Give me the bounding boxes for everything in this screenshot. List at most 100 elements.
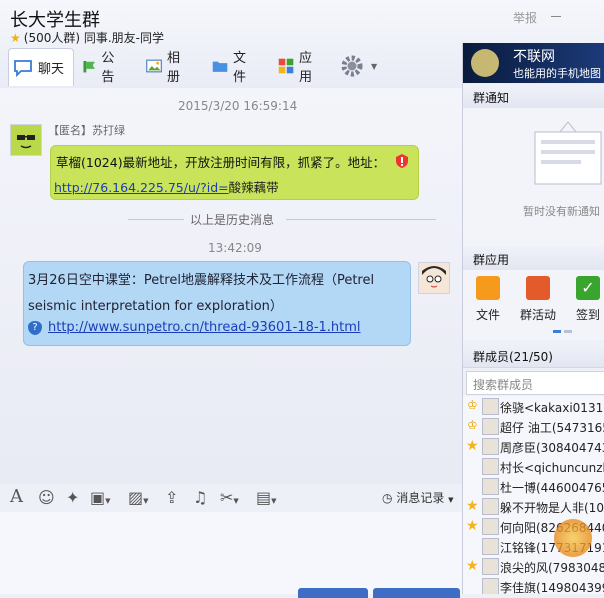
timestamp: 2015/3/20 16:59:14 bbox=[178, 99, 298, 113]
emoji-icon[interactable]: ☺ bbox=[38, 488, 55, 507]
message-suffix: 酸辣藕带 bbox=[228, 180, 279, 195]
page-indicator bbox=[553, 330, 561, 333]
timestamp: 13:42:09 bbox=[208, 241, 262, 255]
list-item[interactable]: ♔ 徐骁<kakaxi0131@vi bbox=[463, 396, 604, 416]
member-name: 李佳旗(1498043995) bbox=[500, 581, 604, 594]
apps-header: 群应用 bbox=[463, 246, 604, 271]
notice-title: 群通知 bbox=[473, 91, 510, 105]
member-name: 村长<qichuncunzhang bbox=[500, 461, 604, 475]
members-title: 群成员(21/50) bbox=[473, 350, 553, 364]
ad-title: 不联网 bbox=[513, 49, 555, 65]
star-icon: ★ bbox=[466, 558, 479, 574]
message-link[interactable]: http://76.164.225.75/u/?id= bbox=[54, 180, 229, 195]
app-files-label: 文件 bbox=[475, 308, 500, 322]
report-link[interactable]: 举报 bbox=[513, 9, 537, 26]
settings-menu[interactable]: ▼ bbox=[340, 48, 377, 84]
list-item[interactable]: 李佳旗(1498043995) bbox=[463, 576, 604, 594]
divider-line bbox=[286, 219, 436, 220]
list-item[interactable]: ♔ 超仔 油工(5473165 bbox=[463, 416, 604, 436]
notice-board-icon bbox=[534, 121, 602, 185]
magic-wand-icon[interactable]: ✦ bbox=[66, 488, 79, 507]
message-record-button[interactable]: ◷ 消息记录 ▼ bbox=[382, 489, 454, 506]
avatar[interactable] bbox=[418, 262, 450, 294]
list-item[interactable]: ★ 浪尖的风(798304836 bbox=[463, 556, 604, 576]
tab-apps[interactable]: 应用 bbox=[278, 48, 318, 85]
warning-icon bbox=[394, 153, 410, 172]
minimize-icon[interactable] bbox=[551, 16, 561, 17]
ad-banner[interactable]: 不联网 也能用的手机地图 bbox=[463, 43, 604, 83]
clock-icon: ◷ bbox=[382, 491, 393, 505]
member-name: 超仔 油工(5473165 bbox=[500, 421, 604, 435]
tab-files-label: 文件 bbox=[233, 51, 247, 85]
tab-files[interactable]: 文件 bbox=[212, 48, 252, 85]
avatar bbox=[482, 458, 499, 475]
member-list: ♔ 徐骁<kakaxi0131@vi ♔ 超仔 油工(5473165 ★ 周彦臣(30… bbox=[463, 396, 604, 594]
send-button[interactable] bbox=[373, 588, 460, 598]
search-placeholder: 搜索群成员 bbox=[473, 378, 534, 392]
list-item[interactable]: ★ 周彦臣(308404743) bbox=[463, 436, 604, 456]
image-icon[interactable]: ▨▼ bbox=[128, 488, 149, 507]
more-icon[interactable]: ▤▼ bbox=[256, 488, 277, 507]
message-link[interactable]: http://www.sunpetro.cn/thread-93601-18-1… bbox=[48, 320, 361, 335]
star-icon: ★ bbox=[466, 518, 479, 534]
avatar[interactable] bbox=[10, 124, 42, 156]
anonymous-avatar-icon bbox=[11, 125, 41, 155]
tab-announcement-label: 公告 bbox=[101, 51, 115, 85]
avatar bbox=[482, 558, 499, 575]
star-icon: ★ bbox=[10, 31, 21, 45]
app-files[interactable]: 文件 bbox=[466, 276, 510, 323]
tab-announcement[interactable]: 公告 bbox=[82, 48, 120, 85]
app-activity-label: 群活动 bbox=[519, 308, 556, 322]
photo-icon bbox=[146, 59, 162, 73]
flag-icon bbox=[526, 276, 550, 300]
app-checkin[interactable]: ✓ 签到 bbox=[566, 276, 604, 323]
group-subtitle: ★ (500人群) 同事.朋友-同学 bbox=[10, 29, 164, 46]
message-bubble: 3月26日空中课堂：Petrel地震解释技术及工作流程（Petrel seism… bbox=[23, 261, 411, 346]
member-name: 徐骁<kakaxi0131@vi bbox=[500, 401, 604, 415]
member-name: 浪尖的风(798304836 bbox=[500, 561, 604, 575]
group-description: (500人群) 同事.朋友-同学 bbox=[23, 31, 164, 45]
chevron-down-icon: ▼ bbox=[448, 496, 454, 504]
scissors-icon[interactable]: ✂▼ bbox=[220, 488, 239, 507]
member-name: 杜一博(446004765) bbox=[500, 481, 604, 495]
sun-sticker-icon bbox=[551, 516, 595, 560]
avatar bbox=[482, 518, 499, 535]
close-button[interactable] bbox=[298, 588, 368, 598]
question-shield-icon: ? bbox=[28, 320, 42, 335]
group-apps: 文件 群活动 ✓ 签到 bbox=[463, 270, 604, 340]
message-record-label: 消息记录 bbox=[396, 491, 445, 505]
tab-chat[interactable]: 聊天 bbox=[8, 48, 74, 86]
message-input[interactable] bbox=[0, 512, 462, 594]
tab-chat-label: 聊天 bbox=[38, 62, 65, 77]
page-indicator bbox=[564, 330, 572, 333]
font-icon[interactable]: A bbox=[10, 486, 23, 507]
sender-name: 【匿名】苏打绿 bbox=[48, 124, 125, 137]
member-search-input[interactable]: 搜索群成员 bbox=[466, 371, 604, 395]
apps-title: 群应用 bbox=[473, 253, 510, 267]
app-activity[interactable]: 群活动 bbox=[516, 276, 560, 323]
history-divider: 以上是历史消息 bbox=[128, 211, 438, 227]
notice-header: 群通知 bbox=[463, 84, 604, 109]
message-text: 草榴(1024)最新地址，开放注册时间有限，抓紧了。地址： bbox=[56, 155, 386, 170]
owner-icon: ♔ bbox=[467, 398, 478, 412]
gift-icon[interactable]: ▣▼ bbox=[90, 488, 111, 507]
members-header: 群成员(21/50) bbox=[463, 343, 604, 368]
list-item[interactable]: 村长<qichuncunzhang bbox=[463, 456, 604, 476]
user-avatar-icon bbox=[419, 263, 449, 293]
avatar bbox=[482, 418, 499, 435]
list-item[interactable]: 杜一博(446004765) bbox=[463, 476, 604, 496]
upload-icon[interactable]: ⇪ bbox=[165, 488, 178, 507]
apps-icon bbox=[278, 58, 294, 74]
avatar bbox=[482, 538, 499, 555]
avatar bbox=[482, 398, 499, 415]
list-item[interactable]: ★ 躲不开物是人非(106 bbox=[463, 496, 604, 516]
notice-panel bbox=[463, 108, 604, 246]
app-checkin-label: 签到 bbox=[575, 308, 600, 322]
announcement-icon bbox=[83, 60, 95, 73]
tab-album[interactable]: 相册 bbox=[146, 48, 186, 85]
history-label: 以上是历史消息 bbox=[190, 213, 275, 227]
chevron-down-icon: ▼ bbox=[371, 61, 378, 71]
star-icon: ★ bbox=[466, 438, 479, 454]
message-link-row: http://76.164.225.75/u/?id=酸辣藕带 bbox=[54, 177, 279, 196]
music-icon[interactable]: ♫ bbox=[193, 488, 207, 507]
